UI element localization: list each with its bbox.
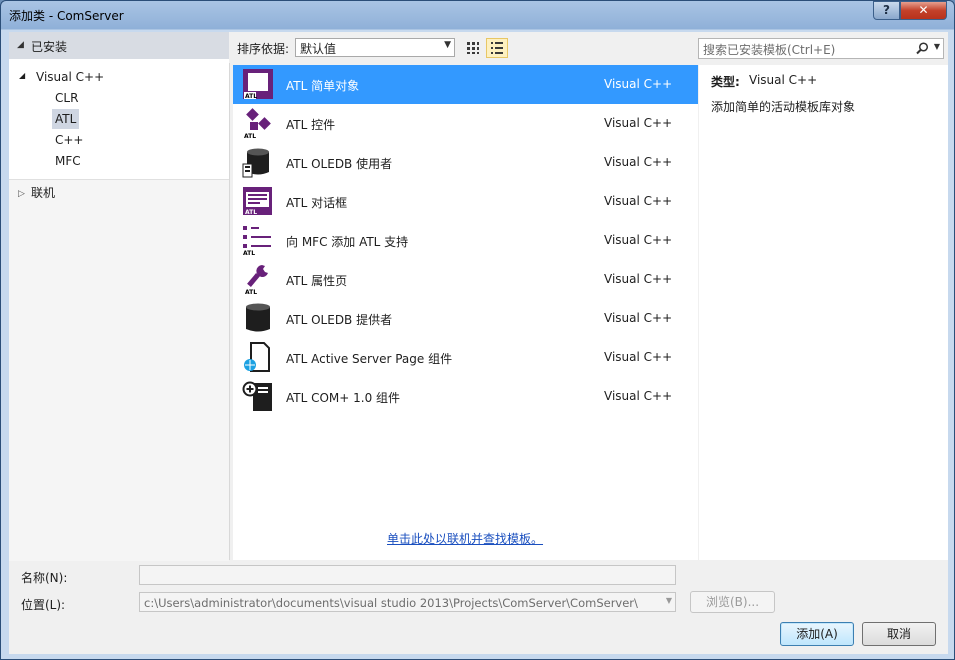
svg-text:ATL: ATL: [245, 289, 257, 295]
dialog-body: ◢ 已安装 ◢ Visual C++ CLR ATL C++ MFC ▷ 联机 …: [9, 32, 948, 654]
template-language: Visual C++: [604, 155, 673, 169]
template-row[interactable]: ATL ATL 控件 Visual C++: [233, 104, 698, 143]
chevron-down-icon: ▼: [665, 596, 672, 605]
template-details: 类型: Visual C++ 添加简单的活动模板库对象: [699, 65, 948, 560]
cancel-button[interactable]: 取消: [862, 622, 936, 646]
svg-text:ATL: ATL: [243, 250, 255, 256]
template-name: ATL OLEDB 使用者: [286, 157, 393, 171]
tree-item-clr[interactable]: CLR: [55, 88, 78, 108]
template-row[interactable]: ATL OLEDB 提供者 Visual C++: [233, 299, 698, 338]
sort-dropdown[interactable]: 默认值 ▼: [295, 38, 455, 57]
asp-component-icon: [244, 342, 270, 372]
installed-section[interactable]: ◢ 已安装: [9, 32, 229, 59]
template-language: Visual C++: [604, 272, 673, 286]
dialog-window: 添加类 - ComServer ? ✕ ◢ 已安装 ◢ Visual C++ C…: [0, 0, 955, 660]
template-tree: ◢ 已安装 ◢ Visual C++ CLR ATL C++ MFC ▷ 联机: [9, 32, 230, 561]
list-view-button[interactable]: [486, 38, 508, 58]
template-row[interactable]: ATL ATL 对话框 Visual C++: [233, 182, 698, 221]
template-name: ATL OLEDB 提供者: [286, 313, 393, 327]
tree-item-atl[interactable]: ATL: [52, 109, 80, 129]
template-language: Visual C++: [604, 389, 673, 403]
atl-dialog-icon: ATL: [243, 187, 272, 216]
location-dropdown[interactable]: c:\Users\administrator\documents\visual …: [139, 592, 676, 612]
location-value: c:\Users\administrator\documents\visual …: [144, 596, 638, 610]
atl-control-icon: ATL: [244, 108, 271, 139]
chevron-down-icon: ▼: [444, 40, 451, 50]
online-section: ▷ 联机: [9, 179, 229, 561]
template-name: 向 MFC 添加 ATL 支持: [286, 235, 409, 249]
svg-text:ATL: ATL: [244, 133, 256, 139]
grid-view-button[interactable]: [462, 38, 484, 58]
template-name: ATL 对话框: [286, 196, 348, 210]
template-list: ATL ATL 简单对象 Visual C++ ATL ATL 控件 Visua…: [233, 65, 698, 560]
search-icon[interactable]: [916, 42, 929, 55]
grid-view-icon: [467, 42, 479, 54]
template-name: ATL 简单对象: [286, 79, 360, 93]
tree-item-cpp[interactable]: C++: [55, 130, 84, 150]
sort-label: 排序依据:: [237, 42, 290, 56]
tree-item-online[interactable]: 联机: [31, 183, 55, 203]
tree-item-mfc[interactable]: MFC: [55, 151, 81, 171]
location-label: 位置(L):: [21, 598, 66, 612]
list-view-icon: [491, 42, 503, 54]
name-field[interactable]: [139, 565, 676, 585]
template-language: Visual C++: [604, 233, 673, 247]
template-language: Visual C++: [604, 350, 673, 364]
template-name: ATL Active Server Page 组件: [286, 352, 453, 366]
atl-simple-object-icon: ATL: [243, 69, 273, 100]
sort-value: 默认值: [300, 42, 337, 56]
find-templates-online-link[interactable]: 单击此处以联机并查找模板。: [387, 530, 543, 547]
com-plus-component-icon: [242, 381, 272, 411]
template-row[interactable]: ATL ATL 属性页 Visual C++: [233, 260, 698, 299]
installed-label: 已安装: [31, 40, 68, 54]
template-name: ATL COM+ 1.0 组件: [286, 391, 401, 405]
template-description: 添加简单的活动模板库对象: [711, 100, 856, 114]
window-title: 添加类 - ComServer: [9, 9, 124, 23]
svg-text:ATL: ATL: [245, 209, 257, 216]
database-provider-icon: [246, 303, 270, 332]
template-language: Visual C++: [604, 194, 673, 208]
atl-mfc-support-icon: ATL: [243, 226, 271, 256]
template-name: ATL 控件: [286, 118, 336, 132]
template-row[interactable]: ATL COM+ 1.0 组件 Visual C++: [233, 377, 698, 416]
database-consumer-icon: [242, 148, 269, 178]
template-row[interactable]: ATL OLEDB 使用者 Visual C++: [233, 143, 698, 182]
title-bar: 添加类 - ComServer ? ✕: [1, 1, 954, 29]
template-language: Visual C++: [604, 311, 673, 325]
add-button[interactable]: 添加(A): [780, 622, 854, 646]
collapse-arrow-icon[interactable]: ◢: [17, 40, 24, 50]
name-label: 名称(N):: [21, 571, 68, 585]
close-button[interactable]: ✕: [900, 1, 947, 20]
template-row[interactable]: ATL 向 MFC 添加 ATL 支持 Visual C++: [233, 221, 698, 260]
template-language: Visual C++: [604, 77, 673, 91]
search-placeholder: 搜索已安装模板(Ctrl+E): [703, 43, 836, 57]
template-language: Visual C++: [604, 116, 673, 130]
browse-button[interactable]: 浏览(B)...: [690, 591, 775, 613]
template-row[interactable]: ATL Active Server Page 组件 Visual C++: [233, 338, 698, 377]
chevron-down-icon[interactable]: ▼: [934, 42, 940, 51]
type-value: Visual C++: [749, 73, 818, 87]
template-row[interactable]: ATL ATL 简单对象 Visual C++: [233, 65, 698, 104]
search-input[interactable]: 搜索已安装模板(Ctrl+E) ▼: [698, 38, 944, 59]
expand-arrow-icon[interactable]: ▷: [18, 184, 25, 204]
help-button[interactable]: ?: [873, 1, 900, 20]
svg-text:ATL: ATL: [245, 93, 257, 100]
type-label: 类型:: [711, 75, 740, 89]
expand-arrow-icon[interactable]: ◢: [19, 66, 25, 86]
template-name: ATL 属性页: [286, 274, 348, 288]
atl-property-page-icon: ATL: [245, 265, 268, 295]
template-toolbar: 排序依据: 默认值 ▼ 搜索已安装模板(Ctrl+E) ▼: [229, 32, 948, 63]
tree-item-visual-cpp[interactable]: Visual C++: [36, 67, 104, 87]
